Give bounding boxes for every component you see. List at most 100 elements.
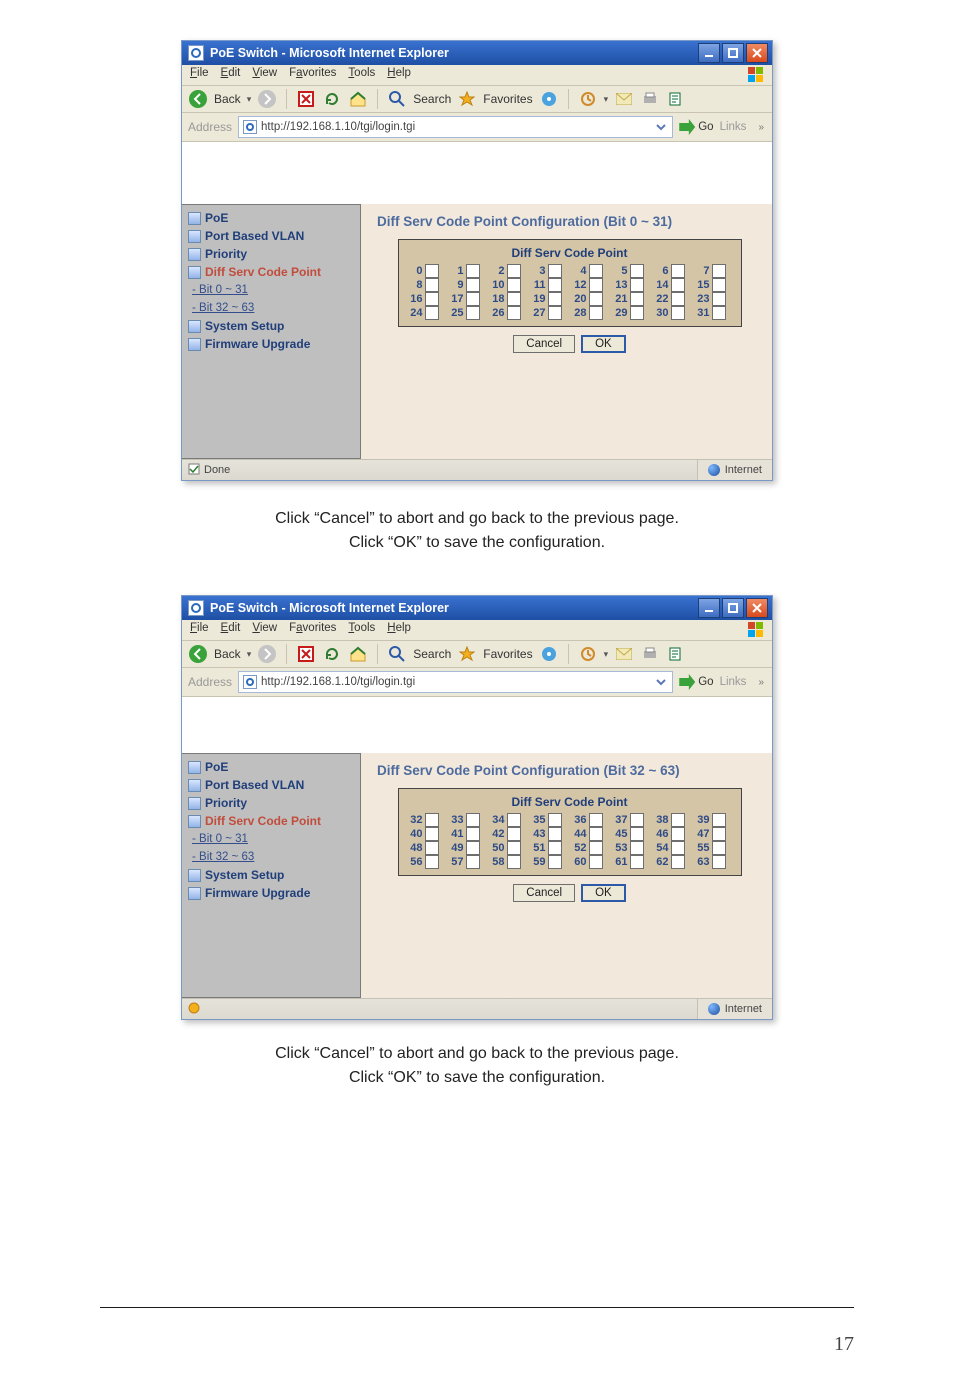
search-label[interactable]: Search [413, 92, 451, 106]
window-maximize-button[interactable] [722, 43, 744, 63]
dscp-bit-60[interactable]: 60 [571, 855, 610, 869]
checkbox-icon[interactable] [671, 841, 685, 855]
checkbox-icon[interactable] [630, 813, 644, 827]
checkbox-icon[interactable] [712, 264, 726, 278]
menu-tools[interactable]: Tools [348, 622, 375, 638]
dscp-bit-8[interactable]: 8 [407, 278, 446, 292]
checkbox-icon[interactable] [466, 813, 480, 827]
dscp-bit-2[interactable]: 2 [489, 264, 528, 278]
sidebar-sub-bit32[interactable]: - Bit 32 ~ 63 [192, 848, 354, 866]
checkbox-icon[interactable] [466, 264, 480, 278]
dscp-bit-17[interactable]: 17 [448, 292, 487, 306]
dscp-bit-61[interactable]: 61 [612, 855, 651, 869]
back-button[interactable] [188, 644, 208, 664]
dscp-bit-28[interactable]: 28 [571, 306, 610, 320]
links-label[interactable]: Links [720, 121, 751, 133]
print-button[interactable] [640, 644, 660, 664]
checkbox-icon[interactable] [548, 827, 562, 841]
checkbox-icon[interactable] [671, 827, 685, 841]
checkbox-icon[interactable] [507, 278, 521, 292]
checkbox-icon[interactable] [630, 278, 644, 292]
dscp-bit-1[interactable]: 1 [448, 264, 487, 278]
window-close-button[interactable] [746, 598, 768, 618]
checkbox-icon[interactable] [589, 292, 603, 306]
checkbox-icon[interactable] [712, 306, 726, 320]
dscp-bit-49[interactable]: 49 [448, 841, 487, 855]
checkbox-icon[interactable] [671, 855, 685, 869]
dscp-bit-56[interactable]: 56 [407, 855, 446, 869]
menu-file[interactable]: File [190, 622, 209, 638]
checkbox-icon[interactable] [671, 264, 685, 278]
dscp-bit-23[interactable]: 23 [694, 292, 733, 306]
address-dropdown-icon[interactable] [654, 120, 668, 134]
checkbox-icon[interactable] [466, 855, 480, 869]
address-dropdown-icon[interactable] [654, 675, 668, 689]
sidebar-item-firmware[interactable]: Firmware Upgrade [188, 335, 354, 353]
checkbox-icon[interactable] [671, 813, 685, 827]
checkbox-icon[interactable] [507, 292, 521, 306]
checkbox-icon[interactable] [425, 278, 439, 292]
checkbox-icon[interactable] [425, 855, 439, 869]
favorites-icon[interactable] [457, 644, 477, 664]
dscp-bit-20[interactable]: 20 [571, 292, 610, 306]
window-titlebar[interactable]: PoE Switch - Microsoft Internet Explorer [182, 596, 772, 620]
window-minimize-button[interactable] [698, 43, 720, 63]
favorites-label[interactable]: Favorites [483, 92, 532, 106]
dscp-bit-11[interactable]: 11 [530, 278, 569, 292]
dscp-bit-3[interactable]: 3 [530, 264, 569, 278]
ok-button[interactable]: OK [581, 884, 626, 902]
checkbox-icon[interactable] [671, 306, 685, 320]
sidebar-item-priority[interactable]: Priority [188, 245, 354, 263]
checkbox-icon[interactable] [712, 292, 726, 306]
dscp-bit-38[interactable]: 38 [653, 813, 692, 827]
dscp-bit-14[interactable]: 14 [653, 278, 692, 292]
checkbox-icon[interactable] [589, 841, 603, 855]
checkbox-icon[interactable] [425, 841, 439, 855]
dscp-bit-13[interactable]: 13 [612, 278, 651, 292]
checkbox-icon[interactable] [630, 292, 644, 306]
dscp-bit-48[interactable]: 48 [407, 841, 446, 855]
dscp-bit-21[interactable]: 21 [612, 292, 651, 306]
checkbox-icon[interactable] [630, 264, 644, 278]
history-button[interactable] [578, 89, 598, 109]
dscp-bit-30[interactable]: 30 [653, 306, 692, 320]
menu-favorites[interactable]: Favorites [289, 67, 336, 83]
sidebar-item-system[interactable]: System Setup [188, 866, 354, 884]
history-button[interactable] [578, 644, 598, 664]
dscp-bit-6[interactable]: 6 [653, 264, 692, 278]
address-input[interactable]: http://192.168.1.10/tgi/login.tgi [238, 671, 673, 693]
sidebar-item-system[interactable]: System Setup [188, 317, 354, 335]
checkbox-icon[interactable] [466, 306, 480, 320]
checkbox-icon[interactable] [425, 264, 439, 278]
checkbox-icon[interactable] [425, 827, 439, 841]
sidebar-item-poe[interactable]: PoE [188, 758, 354, 776]
dscp-bit-31[interactable]: 31 [694, 306, 733, 320]
dscp-bit-26[interactable]: 26 [489, 306, 528, 320]
back-dropdown-icon[interactable]: ▾ [247, 649, 252, 660]
checkbox-icon[interactable] [425, 292, 439, 306]
refresh-button[interactable] [322, 644, 342, 664]
dscp-bit-40[interactable]: 40 [407, 827, 446, 841]
dscp-bit-58[interactable]: 58 [489, 855, 528, 869]
checkbox-icon[interactable] [589, 306, 603, 320]
checkbox-icon[interactable] [507, 841, 521, 855]
back-button[interactable] [188, 89, 208, 109]
toolbar-chevron-icon[interactable]: » [756, 122, 766, 133]
forward-button[interactable] [257, 89, 277, 109]
sidebar-item-vlan[interactable]: Port Based VLAN [188, 227, 354, 245]
menu-help[interactable]: Help [387, 67, 411, 83]
sidebar-sub-bit32[interactable]: - Bit 32 ~ 63 [192, 299, 354, 317]
search-label[interactable]: Search [413, 647, 451, 661]
checkbox-icon[interactable] [589, 827, 603, 841]
checkbox-icon[interactable] [630, 306, 644, 320]
dscp-bit-62[interactable]: 62 [653, 855, 692, 869]
dscp-bit-59[interactable]: 59 [530, 855, 569, 869]
checkbox-icon[interactable] [712, 278, 726, 292]
checkbox-icon[interactable] [466, 841, 480, 855]
checkbox-icon[interactable] [712, 841, 726, 855]
address-input[interactable]: http://192.168.1.10/tgi/login.tgi [238, 116, 673, 138]
dscp-bit-54[interactable]: 54 [653, 841, 692, 855]
checkbox-icon[interactable] [548, 855, 562, 869]
dscp-bit-16[interactable]: 16 [407, 292, 446, 306]
dscp-bit-4[interactable]: 4 [571, 264, 610, 278]
